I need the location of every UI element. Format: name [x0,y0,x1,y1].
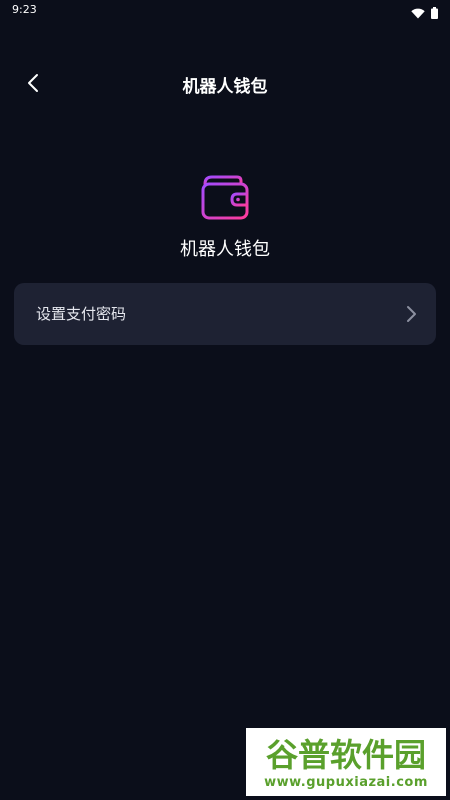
watermark-url: www.gupuxiazai.com [264,775,428,790]
chevron-right-icon [404,305,418,323]
watermark-logo: 谷普软件园 [266,736,426,774]
wallet-icon [199,172,251,224]
status-icons [411,4,438,23]
wifi-icon [411,4,425,23]
set-payment-password-row[interactable]: 设置支付密码 [14,283,436,345]
setting-label: 设置支付密码 [36,305,127,323]
watermark: 谷普软件园 www.gupuxiazai.com [246,728,446,796]
status-bar: 9:23 [0,0,450,22]
page-title: 机器人钱包 [182,77,268,97]
header: 机器人钱包 [0,60,450,110]
wallet-label: 机器人钱包 [180,239,270,260]
status-time: 9:23 [12,3,37,16]
screen: 9:23 机器人钱包 机器人钱包 设置支付密码 谷普软件园 www.gupuxi… [0,0,450,800]
svg-text:谷普软件园: 谷普软件园 [266,736,426,774]
battery-icon [431,4,438,23]
